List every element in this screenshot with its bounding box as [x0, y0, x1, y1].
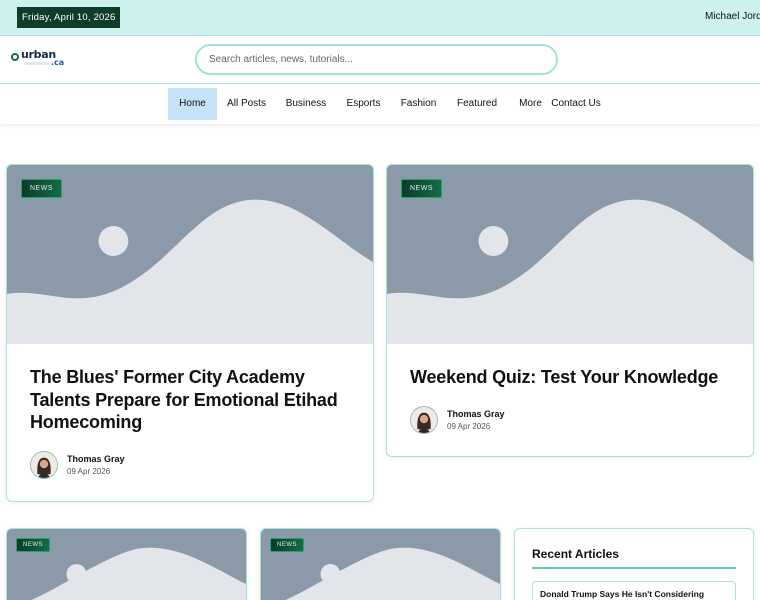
nav-item-more[interactable]: More [514, 88, 547, 120]
category-badge[interactable]: NEWS [16, 538, 50, 552]
author-name[interactable]: Thomas Gray [447, 409, 505, 419]
main-nav: Home All Posts Business Esports Fashion … [0, 85, 760, 124]
logo-tagline-bar [25, 62, 49, 65]
date-badge: Friday, April 10, 2026 [17, 7, 121, 28]
category-badge[interactable]: NEWS [270, 538, 304, 552]
site-header: urban .ca [0, 36, 760, 84]
publish-date: 09 Apr 2026 [447, 422, 491, 431]
author-avatar [30, 451, 58, 479]
nav-item-contact-us[interactable]: Contact Us [551, 88, 601, 120]
article-card[interactable]: NEWS Weekend Quiz: Test Your Knowledge T… [386, 164, 754, 457]
article-title[interactable]: Weekend Quiz: Test Your Knowledge [410, 366, 735, 389]
logo-mark-icon [11, 53, 19, 61]
nav-item-fashion[interactable]: Fashion [398, 88, 439, 120]
top-bar: Friday, April 10, 2026 Michael Jordan [0, 0, 760, 36]
category-badge[interactable]: NEWS [401, 179, 442, 198]
site-logo[interactable]: urban .ca [11, 48, 71, 72]
widget-heading: Recent Articles [532, 547, 619, 561]
article-card[interactable]: NEWS [260, 528, 501, 600]
nav-item-all-posts[interactable]: All Posts [224, 88, 269, 120]
nav-item-business[interactable]: Business [283, 88, 329, 120]
nav-item-esports[interactable]: Esports [343, 88, 384, 120]
nav-item-home[interactable]: Home [168, 88, 217, 120]
publish-date: 09 Apr 2026 [67, 467, 111, 476]
article-card[interactable]: NEWS [6, 528, 247, 600]
article-title[interactable]: The Blues' Former City Academy Talents P… [30, 366, 355, 434]
recent-articles-widget: Recent Articles Donald Trump Says He Isn… [514, 528, 754, 600]
recent-article-item[interactable]: Donald Trump Says He Isn't Considering [532, 581, 736, 600]
category-badge[interactable]: NEWS [21, 179, 62, 198]
author-avatar [410, 406, 438, 434]
author-name[interactable]: Thomas Gray [67, 454, 125, 464]
article-card[interactable]: NEWS The Blues' Former City Academy Tale… [6, 164, 374, 502]
logo-tld: .ca [51, 58, 65, 67]
nav-item-featured[interactable]: Featured [454, 88, 500, 120]
user-name-link[interactable]: Michael Jordan [705, 11, 760, 22]
search-input[interactable] [195, 44, 558, 75]
widget-divider [532, 567, 736, 569]
